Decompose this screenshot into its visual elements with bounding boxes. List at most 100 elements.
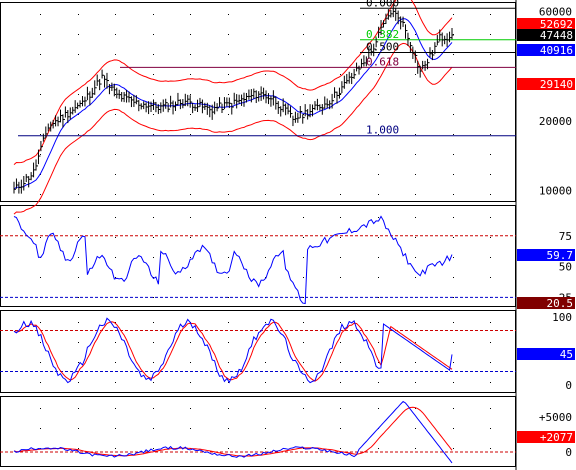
grid-dot: [340, 114, 341, 115]
rsi-badge-label: 59.7: [547, 249, 574, 262]
grid-dot: [153, 408, 154, 409]
grid-dot: [78, 94, 79, 95]
grid-dot: [490, 448, 491, 449]
grid-dot: [228, 408, 229, 409]
grid-dot: [153, 428, 154, 429]
grid-dot: [265, 154, 266, 155]
grid-dot: [490, 362, 491, 363]
grid-dot: [78, 34, 79, 35]
grid-dot: [40, 237, 41, 238]
grid-dot: [378, 257, 379, 258]
grid-dot: [453, 408, 454, 409]
grid-dot: [415, 382, 416, 383]
grid-dot: [265, 257, 266, 258]
grid-dot: [490, 54, 491, 55]
grid-dot: [190, 114, 191, 115]
grid-dot: [40, 362, 41, 363]
grid-dot: [415, 217, 416, 218]
grid-dot: [415, 428, 416, 429]
grid-dot: [190, 14, 191, 15]
grid-dot: [153, 134, 154, 135]
grid-dot: [340, 194, 341, 195]
grid-dot: [453, 174, 454, 175]
grid-dot: [78, 322, 79, 323]
grid-dot: [115, 382, 116, 383]
grid-dot: [78, 382, 79, 383]
grid-dot: [228, 342, 229, 343]
grid-dot: [40, 342, 41, 343]
grid-dot: [303, 277, 304, 278]
grid-dot: [303, 34, 304, 35]
grid-dot: [415, 277, 416, 278]
price-tick-label: 60000: [539, 6, 572, 19]
grid-dot: [378, 174, 379, 175]
grid-dot: [378, 448, 379, 449]
grid-dot: [340, 217, 341, 218]
grid-dot: [153, 322, 154, 323]
grid-dot: [303, 342, 304, 343]
grid-dot: [265, 74, 266, 75]
grid-dot: [153, 382, 154, 383]
grid-dot: [490, 94, 491, 95]
grid-dot: [78, 277, 79, 278]
grid-dot: [153, 154, 154, 155]
grid-dot: [490, 382, 491, 383]
macd-signal-line: [13, 406, 453, 457]
grid-dot: [78, 174, 79, 175]
grid-dot: [415, 342, 416, 343]
grid-dot: [40, 54, 41, 55]
grid-dot: [153, 114, 154, 115]
grid-dot: [265, 448, 266, 449]
grid-dot: [303, 257, 304, 258]
grid-dot: [340, 428, 341, 429]
price-tick-label: 20000: [539, 115, 572, 128]
grid-dot: [190, 382, 191, 383]
grid-dot: [340, 408, 341, 409]
technical-chart[interactable]: 0.0000.3820.5000.6181.000600005000040000…: [0, 0, 576, 470]
grid-dot: [303, 174, 304, 175]
grid-dot: [415, 237, 416, 238]
grid-dot: [340, 277, 341, 278]
grid-dot: [303, 428, 304, 429]
grid-dot: [228, 217, 229, 218]
grid-dot: [378, 342, 379, 343]
grid-dot: [40, 34, 41, 35]
grid-dot: [78, 342, 79, 343]
grid-dot: [190, 74, 191, 75]
grid-dot: [340, 342, 341, 343]
grid-dot: [415, 174, 416, 175]
grid-dot: [228, 237, 229, 238]
grid-dot: [78, 362, 79, 363]
grid-dot: [265, 54, 266, 55]
grid-dot: [378, 322, 379, 323]
grid-dot: [40, 217, 41, 218]
grid-dot: [490, 114, 491, 115]
grid-dot: [115, 237, 116, 238]
grid-dot: [153, 14, 154, 15]
grid-dot: [190, 277, 191, 278]
rsi-badge-label: 20.5: [547, 297, 574, 310]
grid-dot: [115, 134, 116, 135]
grid-dot: [153, 448, 154, 449]
grid-dot: [415, 14, 416, 15]
fib-label: 0.500: [366, 41, 399, 54]
grid-dot: [228, 194, 229, 195]
grid-dot: [228, 174, 229, 175]
grid-dot: [228, 322, 229, 323]
stoch-badge-label: 45: [560, 348, 573, 361]
grid-dot: [453, 362, 454, 363]
grid-dot: [490, 174, 491, 175]
grid-dot: [228, 297, 229, 298]
fib-label: 0.618: [366, 55, 399, 68]
grid-dot: [78, 448, 79, 449]
grid-dot: [490, 14, 491, 15]
grid-dot: [490, 322, 491, 323]
macd-line: [13, 400, 453, 464]
grid-dot: [490, 257, 491, 258]
grid-dot: [415, 94, 416, 95]
grid-dot: [228, 362, 229, 363]
stoch-tick-label: 100: [552, 311, 572, 324]
grid-dot: [378, 74, 379, 75]
grid-dot: [228, 277, 229, 278]
grid-dot: [303, 94, 304, 95]
